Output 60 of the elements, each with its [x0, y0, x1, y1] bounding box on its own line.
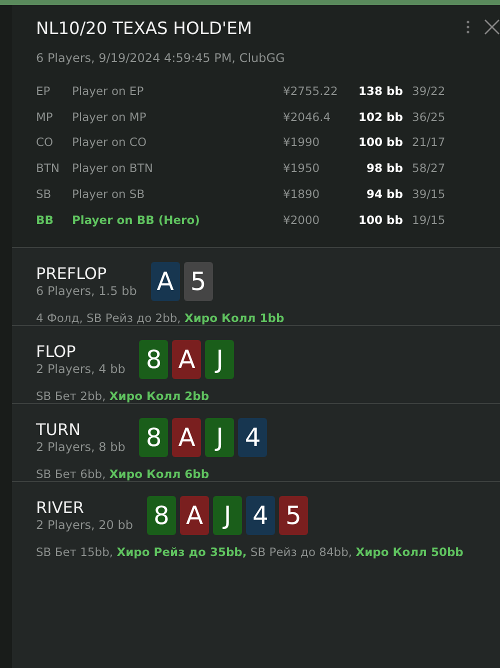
more-icon[interactable] [466, 20, 470, 34]
player-stack: ¥1950 [283, 161, 321, 176]
player-name: Player on BB (Hero) [72, 212, 201, 227]
playing-card: A [150, 262, 180, 301]
player-stats: 19/15 [412, 212, 446, 227]
stack-bb: 102 bb [358, 110, 403, 124]
street-info: 6 Players, 1.5 bb [36, 284, 137, 298]
street-name: TURN [36, 420, 82, 440]
playing-card: 8 [139, 340, 168, 379]
street-actions: SB Бет 6bb, Хиро Колл 6bb [36, 466, 210, 481]
playing-card: A [172, 340, 202, 379]
close-icon[interactable] [484, 19, 500, 35]
street-name: FLOP [36, 342, 77, 362]
playing-card: 5 [184, 262, 213, 301]
stack-bb: 98 bb [366, 161, 403, 176]
playing-card: 8 [139, 418, 168, 457]
playing-card: J [205, 418, 234, 457]
player-stack: ¥2046.4 [283, 110, 332, 124]
street-name: RIVER [36, 498, 86, 518]
player-stack: ¥2755.22 [283, 84, 339, 98]
street-actions: 4 Фолд, SB Рейз до 2bb, Хиро Колл 1bb [36, 310, 286, 325]
player-stats: 36/25 [412, 110, 446, 124]
stack-bb: 100 bb [358, 212, 403, 227]
player-position: MP [36, 110, 54, 124]
player-name: Player on SB [72, 187, 146, 202]
playing-card: 4 [246, 496, 275, 535]
street-info: 2 Players, 20 bb [36, 518, 133, 532]
player-position: BTN [36, 161, 61, 176]
player-name: Player on EP [72, 84, 145, 98]
player-stats: 39/15 [412, 187, 446, 202]
player-stats: 39/22 [412, 84, 446, 98]
playing-card: 8 [147, 496, 176, 535]
hand-subtitle: 6 Players, 9/19/2024 4:59:45 PM, ClubGG [36, 51, 286, 65]
player-position: CO [36, 135, 54, 150]
playing-card: A [180, 496, 209, 535]
hand-title: NL10/20 TEXAS HOLD'EM [36, 19, 252, 39]
player-stats: 21/17 [412, 135, 446, 150]
playing-card: J [205, 340, 234, 379]
street-actions: SB Бет 2bb, Хиро Колл 2bb [36, 388, 210, 403]
street-name: PREFLOP [36, 264, 108, 284]
player-name: Player on MP [72, 110, 148, 124]
street-actions: SB Бет 15bb, Хиро Рейз до 35bb, SB Рейз до 84bb, Хиро Колл 50bb [36, 544, 464, 559]
player-position: BB [36, 212, 55, 227]
stack-bb: 94 bb [366, 187, 403, 202]
street-info: 2 Players, 4 bb [36, 362, 126, 376]
playing-card: J [213, 496, 242, 535]
playing-card: A [172, 418, 202, 457]
stack-bb: 100 bb [358, 135, 403, 150]
playing-card: 4 [238, 418, 268, 457]
player-name: Player on BTN [72, 161, 154, 176]
player-position: EP [36, 84, 52, 98]
stack-bb: 138 bb [358, 84, 403, 98]
player-name: Player on CO [72, 135, 148, 150]
street-info: 2 Players, 8 bb [36, 440, 126, 454]
player-stats: 58/27 [412, 161, 446, 176]
player-stack: ¥1990 [283, 135, 321, 150]
playing-card: 5 [279, 496, 308, 535]
player-position: SB [36, 187, 52, 202]
player-stack: ¥2000 [283, 212, 321, 227]
player-stack: ¥1890 [283, 187, 321, 202]
